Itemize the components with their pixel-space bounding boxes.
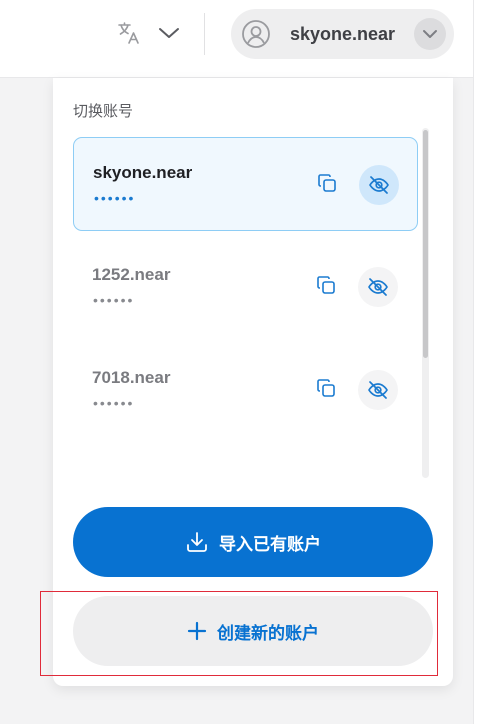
create-account-label: 创建新的账户	[217, 623, 319, 643]
switcher-title: 切换账号	[73, 103, 134, 120]
copy-button[interactable]	[310, 166, 344, 200]
account-name: 1252.near	[92, 265, 171, 284]
eye-off-icon	[369, 176, 389, 194]
account-item-1252[interactable]: 1252.near ••••••	[73, 240, 418, 334]
copy-icon	[317, 379, 335, 397]
account-menu-button[interactable]: skyone.near	[231, 9, 454, 59]
scrollbar-thumb[interactable]	[423, 130, 428, 358]
chevron-down-icon	[423, 30, 437, 38]
account-name: skyone.near	[93, 163, 193, 182]
account-chevron[interactable]	[414, 18, 446, 50]
top-bar: skyone.near	[0, 0, 473, 78]
download-icon	[187, 532, 207, 552]
page-scrollbar[interactable]	[473, 0, 485, 724]
hide-account-button[interactable]	[358, 267, 398, 307]
copy-icon	[318, 174, 336, 192]
account-list-scrollbar[interactable]	[422, 128, 429, 478]
account-item-skyone[interactable]: skyone.near ••••••	[73, 137, 418, 231]
account-switcher-dropdown: 切换账号 skyone.near •••••• 1252.near ••••••…	[53, 78, 453, 686]
header-divider	[204, 13, 205, 55]
import-account-button[interactable]: 导入已有账户	[73, 507, 433, 577]
language-selector[interactable]	[116, 20, 180, 46]
account-masked-key: ••••••	[94, 190, 136, 206]
account-item-7018[interactable]: 7018.near ••••••	[73, 343, 418, 437]
user-avatar-icon	[242, 20, 270, 48]
account-masked-key: ••••••	[93, 292, 135, 308]
hide-account-button[interactable]	[358, 473, 398, 476]
current-account-name: skyone.near	[290, 23, 396, 44]
create-account-button[interactable]: 创建新的账户	[73, 596, 433, 666]
translate-icon	[118, 22, 139, 44]
eye-off-icon	[368, 278, 388, 296]
chevron-down-icon	[159, 28, 179, 38]
account-list: skyone.near •••••• 1252.near •••••• 7018…	[73, 136, 418, 476]
copy-icon	[317, 276, 335, 294]
copy-button[interactable]	[309, 371, 343, 405]
plus-icon	[187, 621, 207, 641]
account-item-partial[interactable]	[73, 446, 418, 476]
copy-button[interactable]	[309, 268, 343, 302]
eye-off-icon	[368, 381, 388, 399]
account-name: 7018.near	[92, 368, 171, 387]
import-account-label: 导入已有账户	[219, 534, 321, 554]
hide-account-button[interactable]	[359, 165, 399, 205]
hide-account-button[interactable]	[358, 370, 398, 410]
account-masked-key: ••••••	[93, 395, 135, 411]
